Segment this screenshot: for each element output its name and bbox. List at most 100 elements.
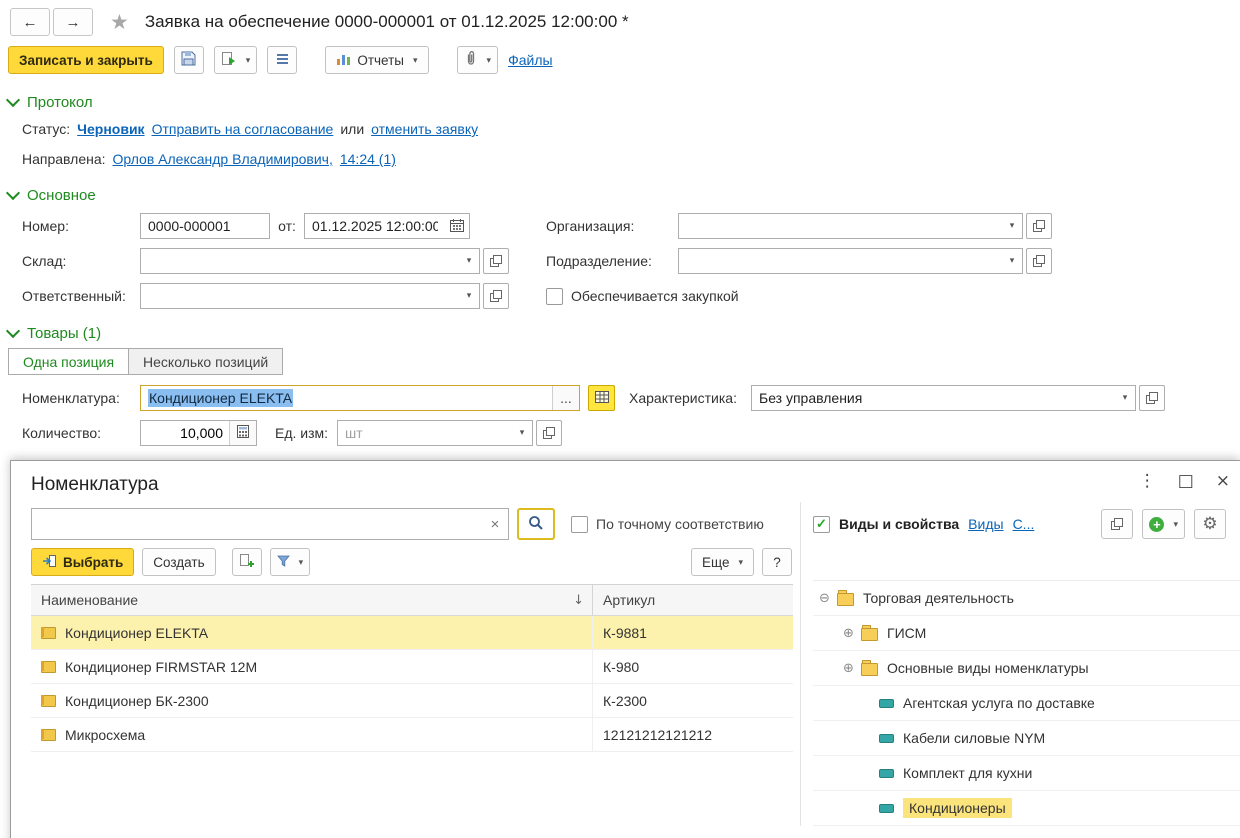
directed-time-link[interactable]: 14:24 (1) — [340, 147, 396, 171]
tab-single-position[interactable]: Одна позиция — [8, 348, 130, 375]
post-document-button[interactable]: ▾ — [213, 46, 258, 74]
attachments-button[interactable]: ▾ — [456, 46, 499, 74]
tree-item[interactable]: Комплект для кухни — [813, 756, 1240, 791]
division-dropdown-button[interactable]: ▾ — [1002, 249, 1022, 273]
save-and-close-button[interactable]: Записать и закрыть — [8, 46, 164, 74]
division-field[interactable] — [679, 253, 1002, 269]
copy-button[interactable] — [1101, 509, 1134, 539]
nomenclature-ellipsis-button[interactable]: ... — [552, 386, 579, 410]
characteristic-field[interactable] — [752, 390, 1115, 406]
warehouse-choose-button[interactable] — [483, 248, 509, 274]
calendar-button[interactable] — [445, 214, 469, 238]
division-choose-button[interactable] — [1026, 248, 1052, 274]
characteristic-choose-button[interactable] — [1139, 385, 1165, 411]
calculator-button[interactable] — [229, 421, 256, 445]
tree-folder[interactable]: ⊕ Основные виды номенклатуры — [813, 651, 1240, 686]
tree-item[interactable]: Кабели силовые NYM — [813, 721, 1240, 756]
tree-label: ГИСМ — [887, 625, 927, 641]
number-label: Номер: — [22, 218, 69, 234]
save-button[interactable] — [173, 46, 204, 74]
protocol-section-header[interactable]: Протокол — [5, 92, 1240, 111]
directed-person-link[interactable]: Орлов Александр Владимирович, — [113, 147, 333, 171]
kinds-filter-checkbox[interactable] — [813, 515, 830, 533]
dialog-close-button[interactable]: × — [1216, 471, 1230, 491]
responsible-label: Ответственный: — [22, 288, 126, 304]
protocol-section-title: Протокол — [27, 94, 93, 111]
dialog-restore-button[interactable]: □ — [1178, 471, 1194, 491]
select-button[interactable]: Выбрать — [31, 548, 135, 576]
create-button[interactable]: Создать — [142, 548, 216, 576]
responsible-choose-button[interactable] — [483, 283, 509, 309]
expand-icon[interactable]: ⊕ — [843, 626, 861, 641]
paperclip-icon — [464, 51, 478, 69]
reports-button-label: Отчеты — [357, 52, 404, 68]
warehouse-dropdown-button[interactable]: ▾ — [459, 249, 479, 273]
goods-section-header[interactable]: Товары (1) — [5, 323, 1240, 342]
responsible-dropdown-button[interactable]: ▾ — [459, 284, 479, 308]
organization-choose-button[interactable] — [1026, 213, 1052, 239]
back-button[interactable]: ← — [10, 8, 50, 36]
create-group-button[interactable] — [231, 548, 262, 576]
gear-icon: ⚙ — [1202, 514, 1218, 534]
chevron-down-icon: ▾ — [1173, 518, 1178, 529]
responsible-field[interactable] — [141, 288, 459, 304]
organization-dropdown-button[interactable]: ▾ — [1002, 214, 1022, 238]
exact-match-checkbox[interactable] — [571, 515, 588, 533]
post-document-icon — [221, 51, 237, 69]
row-article: 12121212121212 — [603, 726, 713, 743]
add-kind-button[interactable]: ▾ — [1142, 509, 1185, 539]
register-records-button[interactable] — [267, 46, 298, 74]
expand-icon[interactable]: ⊕ — [843, 661, 861, 676]
unit-field[interactable] — [338, 425, 512, 441]
nomenclature-field[interactable]: Кондиционер ELEKTA — [141, 386, 552, 410]
settings-button[interactable]: ⚙ — [1194, 509, 1226, 539]
column-article-header[interactable]: Артикул — [593, 592, 793, 608]
warehouse-field[interactable] — [141, 253, 459, 269]
kinds-link[interactable]: Виды — [968, 516, 1003, 532]
column-name-header[interactable]: Наименование — [41, 592, 138, 608]
date-field[interactable] — [305, 218, 445, 234]
table-row[interactable]: Кондиционер БК-2300 К-2300 — [31, 684, 793, 718]
row-quantity: Количество: Ед. изм: ▾ — [22, 420, 1240, 446]
favorite-star-icon[interactable]: ★ — [110, 10, 129, 34]
tab-multiple-positions[interactable]: Несколько позиций — [128, 348, 284, 375]
help-button[interactable]: ? — [762, 548, 792, 576]
filter-icon — [276, 555, 290, 570]
more-button[interactable]: Еще ▾ — [691, 548, 754, 576]
tree-folder[interactable]: ⊕ ГИСМ — [813, 616, 1240, 651]
division-label: Подразделение: — [546, 253, 652, 269]
cancel-request-link[interactable]: отменить заявку — [371, 117, 478, 141]
search-button[interactable] — [517, 508, 555, 540]
purchase-checkbox[interactable] — [546, 287, 563, 305]
create-group-icon — [239, 553, 255, 571]
tree-folder[interactable]: ⊖ Торговая деятельность — [813, 581, 1240, 616]
organization-field[interactable] — [679, 218, 1002, 234]
table-row[interactable]: Кондиционер ELEKTA К-9881 — [31, 616, 793, 650]
unit-choose-button[interactable] — [536, 420, 562, 446]
row-number-org: Номер: от: Организация: ▾ — [22, 213, 1240, 239]
collapse-icon[interactable]: ⊖ — [819, 591, 837, 606]
dialog-menu-button[interactable]: ⋮ — [1139, 471, 1156, 491]
unit-dropdown-button[interactable]: ▾ — [512, 421, 532, 445]
clear-search-icon[interactable]: × — [482, 516, 508, 533]
number-field[interactable] — [140, 213, 270, 239]
kinds-header: Виды и свойства — [839, 516, 960, 532]
forward-button[interactable]: → — [53, 8, 93, 36]
filter-button[interactable]: ▾ — [269, 548, 311, 576]
main-section-header[interactable]: Основное — [5, 185, 1240, 204]
send-for-approval-link[interactable]: Отправить на согласование — [152, 117, 334, 141]
status-value-link[interactable]: Черновик — [77, 117, 144, 141]
properties-link[interactable]: С... — [1013, 516, 1035, 532]
tree-item[interactable]: Агентская услуга по доставке — [813, 686, 1240, 721]
search-input[interactable] — [32, 516, 482, 532]
quantity-field[interactable] — [141, 421, 229, 445]
files-link[interactable]: Файлы — [508, 52, 552, 68]
table-row[interactable]: Микросхема 12121212121212 — [31, 718, 793, 752]
open-list-button[interactable] — [588, 385, 615, 411]
table-row[interactable]: Кондиционер FIRMSTAR 12М К-980 — [31, 650, 793, 684]
reports-button[interactable]: Отчеты ▾ — [325, 46, 429, 74]
chevron-down-icon: ▾ — [413, 54, 418, 65]
characteristic-dropdown-button[interactable]: ▾ — [1115, 386, 1135, 410]
tree-item[interactable]: Кондиционеры — [813, 791, 1240, 826]
save-icon — [181, 51, 196, 69]
